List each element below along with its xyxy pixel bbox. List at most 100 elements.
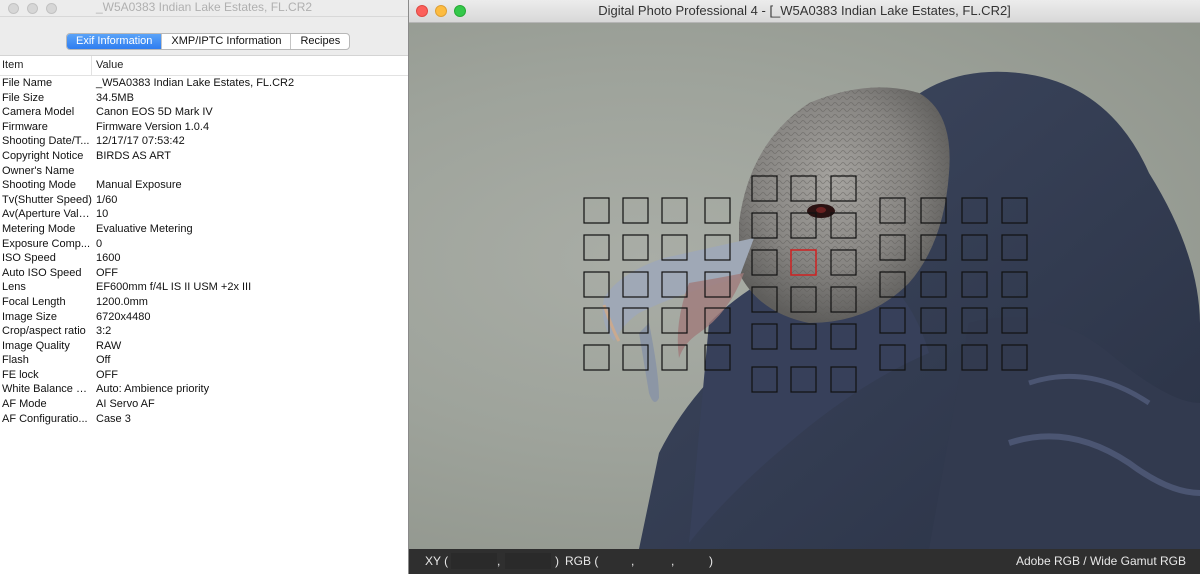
af-point xyxy=(622,307,649,334)
af-point xyxy=(583,197,610,224)
exif-item-value: Evaluative Metering xyxy=(96,222,193,235)
af-point xyxy=(661,271,688,298)
photo-preview[interactable] xyxy=(409,23,1200,549)
af-point xyxy=(583,271,610,298)
exif-item-value: RAW xyxy=(96,339,122,352)
table-row[interactable]: Camera Model Canon EOS 5D Mark IV xyxy=(0,105,408,120)
af-point xyxy=(790,175,817,202)
af-point xyxy=(704,197,731,224)
af-point xyxy=(920,344,947,371)
table-row[interactable]: Image Quality RAW xyxy=(0,339,408,354)
af-point xyxy=(790,323,817,350)
table-row[interactable]: Metering Mode Evaluative Metering xyxy=(0,222,408,237)
af-point xyxy=(751,175,778,202)
af-points-overlay xyxy=(583,175,1028,393)
exif-item-value: 3:2 xyxy=(96,325,112,338)
table-row[interactable]: FE lock OFF xyxy=(0,368,408,383)
table-row[interactable]: Shooting Date/T... 12/17/17 07:53:42 xyxy=(0,134,408,149)
af-point xyxy=(704,271,731,298)
af-point xyxy=(830,212,857,239)
table-row[interactable]: Flash Off xyxy=(0,353,408,368)
xy-label: XY ( xyxy=(425,554,449,568)
af-point xyxy=(583,307,610,334)
column-header-item[interactable]: Item xyxy=(0,56,92,75)
rgb-close: ) xyxy=(709,554,713,568)
info-window-title: _W5A0383 Indian Lake Estates, FL.CR2 xyxy=(95,0,313,14)
exif-item-value: 1200.0mm xyxy=(96,295,148,308)
af-point xyxy=(751,323,778,350)
tab-exif-information[interactable]: Exif Information xyxy=(67,34,162,49)
tab-recipes[interactable]: Recipes xyxy=(290,34,349,49)
exif-item-value: EF600mm f/4L IS II USM +2x III xyxy=(96,281,252,294)
af-point xyxy=(1001,197,1028,224)
af-point xyxy=(961,307,988,334)
exif-item-name: AF Mode xyxy=(2,398,47,411)
exif-item-value: 12/17/17 07:53:42 xyxy=(96,135,185,148)
exif-item-name: File Size xyxy=(2,91,45,104)
table-header: Item Value xyxy=(0,56,408,76)
status-bar: XY ( , ) RGB ( , , ) Adobe RGB / Wide Ga… xyxy=(409,549,1200,574)
table-row[interactable]: Exposure Comp... 0 xyxy=(0,237,408,252)
table-row[interactable]: Firmware Firmware Version 1.0.4 xyxy=(0,120,408,135)
column-header-value[interactable]: Value xyxy=(92,56,123,75)
af-point xyxy=(920,307,947,334)
af-point xyxy=(622,197,649,224)
af-point xyxy=(661,344,688,371)
af-point xyxy=(661,234,688,261)
table-row[interactable]: Image Size 6720x4480 xyxy=(0,310,408,325)
af-point xyxy=(1001,234,1028,261)
table-row[interactable]: ISO Speed 1600 xyxy=(0,251,408,266)
table-row[interactable]: File Size 34.5MB xyxy=(0,91,408,106)
exif-item-name: Auto ISO Speed xyxy=(2,266,82,279)
table-row[interactable]: Crop/aspect ratio 3:2 xyxy=(0,324,408,339)
exif-item-name: Image Quality xyxy=(2,339,70,352)
table-row[interactable]: Owner's Name xyxy=(0,164,408,179)
table-row[interactable]: File Name _W5A0383 Indian Lake Estates, F… xyxy=(0,76,408,91)
af-point xyxy=(751,249,778,276)
exif-item-name: Camera Model xyxy=(2,106,75,119)
af-point xyxy=(790,212,817,239)
exif-item-name: AF Configuratio... xyxy=(2,412,88,425)
af-point-active xyxy=(790,249,817,276)
af-point xyxy=(920,271,947,298)
tab-xmp-iptc-information[interactable]: XMP/IPTC Information xyxy=(161,34,290,49)
table-row[interactable]: Lens EF600mm f/4L IS II USM +2x III xyxy=(0,280,408,295)
af-point xyxy=(704,307,731,334)
exif-item-value: 1/60 xyxy=(96,193,118,206)
info-window: _W5A0383 Indian Lake Estates, FL.CR2 Exi… xyxy=(0,0,409,574)
dpp-titlebar: Digital Photo Professional 4 - [_W5A0383… xyxy=(409,0,1200,23)
af-point xyxy=(622,344,649,371)
af-point xyxy=(751,212,778,239)
af-point xyxy=(879,344,906,371)
table-row[interactable]: AF Configuratio... Case 3 xyxy=(0,412,408,427)
exif-item-value: Firmware Version 1.0.4 xyxy=(96,120,210,133)
af-point xyxy=(961,271,988,298)
exif-item-name: Exposure Comp... xyxy=(2,237,91,250)
af-point xyxy=(790,286,817,313)
af-point xyxy=(790,366,817,393)
af-point xyxy=(661,307,688,334)
table-row[interactable]: Tv(Shutter Speed) 1/60 xyxy=(0,193,408,208)
exif-item-name: Flash xyxy=(2,354,29,367)
table-row[interactable]: AF Mode AI Servo AF xyxy=(0,397,408,412)
table-body: File Name _W5A0383 Indian Lake Estates, F… xyxy=(0,76,408,426)
table-row[interactable]: Copyright Notice BIRDS AS ART xyxy=(0,149,408,164)
table-row[interactable]: Auto ISO Speed OFF xyxy=(0,266,408,281)
exif-item-value: 1600 xyxy=(96,252,121,265)
af-point xyxy=(622,234,649,261)
af-point xyxy=(879,234,906,261)
exif-item-value: Manual Exposure xyxy=(96,179,182,192)
exif-table: Item Value File Name _W5A0383 Indian Lake… xyxy=(0,56,408,426)
exif-item-value: Canon EOS 5D Mark IV xyxy=(96,106,213,119)
exif-item-value: Off xyxy=(96,354,111,367)
exif-item-name: File Name xyxy=(2,77,53,89)
table-row[interactable]: White Balance M... Auto: Ambience priorit… xyxy=(0,382,408,397)
af-point xyxy=(830,249,857,276)
exif-item-name: ISO Speed xyxy=(2,252,56,265)
table-row[interactable]: Av(Aperture Value) 10 xyxy=(0,207,408,222)
table-row[interactable]: Focal Length 1200.0mm xyxy=(0,295,408,310)
xy-x-readout xyxy=(451,553,497,569)
af-point xyxy=(704,234,731,261)
table-row[interactable]: Shooting Mode Manual Exposure xyxy=(0,178,408,193)
af-point xyxy=(961,197,988,224)
